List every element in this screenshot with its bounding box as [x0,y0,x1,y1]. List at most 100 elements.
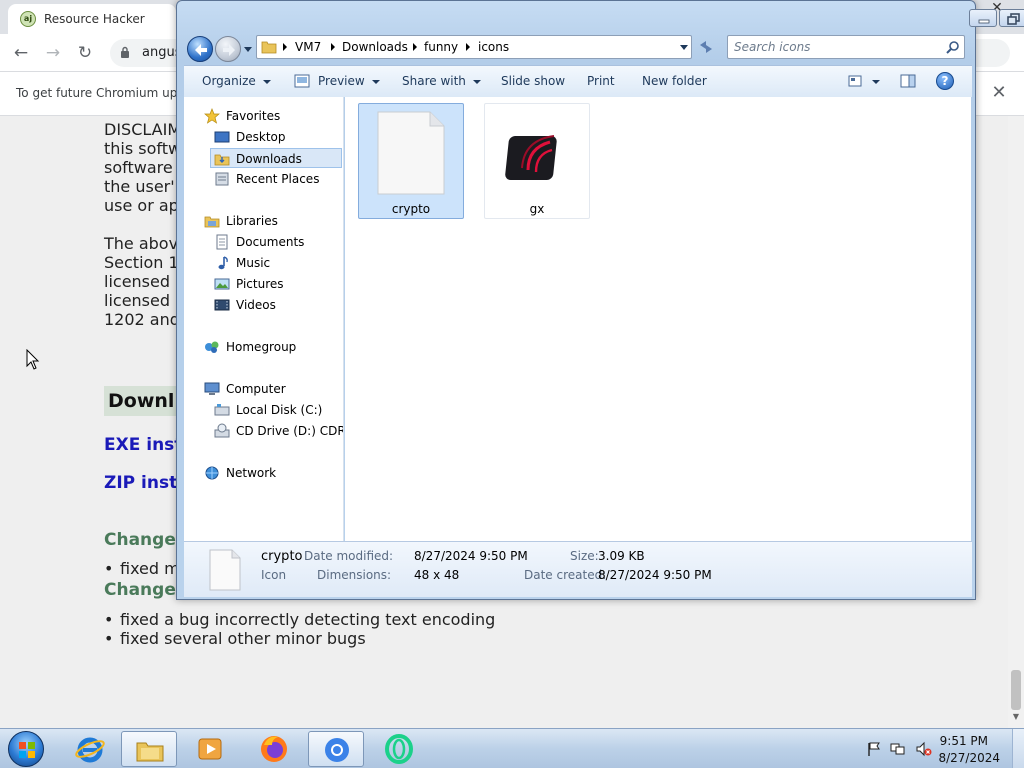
address-dropdown-icon[interactable] [680,45,688,51]
nav-favorites[interactable]: Favorites [204,106,334,126]
nav-computer[interactable]: Computer [204,379,334,399]
scrollbar-thumb[interactable] [1011,670,1021,710]
forward-arrow-icon[interactable]: → [42,42,64,64]
detail-size-label: Size: [570,549,599,563]
help-icon[interactable]: ? [936,72,954,90]
cd-drive-icon [214,423,230,438]
nav-videos[interactable]: Videos [214,295,334,315]
breadcrumb-icons[interactable]: icons [478,40,509,54]
preview-icon [294,74,310,88]
slide-show-button[interactable]: Slide show [501,74,565,88]
nav-cd-drive[interactable]: CD Drive (D:) CDROI [214,421,343,441]
hard-drive-icon [214,404,230,416]
nav-homegroup-label: Homegroup [226,340,297,354]
nav-local-disk[interactable]: Local Disk (C:) [214,400,343,420]
nav-homegroup[interactable]: Homegroup [204,337,334,357]
mouse-pointer-icon [26,349,40,370]
changelog-item: fixed several other minor bugs [104,629,366,648]
search-icon[interactable] [946,40,960,54]
search-box[interactable]: Search icons [727,35,965,59]
infobar-close-icon[interactable]: ✕ [988,82,1010,104]
file-item-crypto[interactable]: crypto [358,103,464,219]
changes-heading: Changes [104,530,186,550]
site-favicon-icon: aj [20,11,36,27]
change-view-icon[interactable] [848,75,862,87]
internet-explorer-icon [75,737,105,763]
nav-downloads[interactable]: Downloads [210,148,342,168]
nav-pictures[interactable]: Pictures [214,274,334,294]
detail-date-created-label: Date created: [524,568,607,582]
explorer-window: VM7 Downloads funny icons Search icons O… [176,0,1024,600]
taskbar-chromium[interactable] [308,731,364,767]
organize-menu[interactable]: Organize [202,74,271,88]
music-icon [218,256,228,270]
taskbar-firefox[interactable] [246,731,302,767]
pictures-icon [214,278,230,290]
clock-date[interactable]: 8/27/2024 [888,751,1000,765]
breadcrumb-arrow-icon[interactable] [330,43,336,51]
refresh-icon[interactable] [696,38,716,56]
taskbar-opera-gx[interactable] [371,731,427,767]
nav-documents[interactable]: Documents [214,232,334,252]
videos-icon [214,299,230,311]
preview-pane-icon[interactable] [900,74,916,88]
nav-network-label: Network [226,466,277,480]
breadcrumb-vm7[interactable]: VM7 [295,40,321,54]
recent-pages-dropdown-icon[interactable] [243,45,253,53]
changes-heading: Changes [104,580,186,600]
scroll-down-arrow-icon[interactable]: ▼ [1011,712,1021,722]
breadcrumb-arrow-icon[interactable] [282,43,288,51]
minimize-icon [978,19,990,24]
detail-date-modified: 8/27/2024 9:50 PM [414,549,528,563]
reload-icon[interactable]: ↻ [74,42,96,64]
back-button[interactable] [187,36,213,62]
nav-pictures-label: Pictures [236,277,284,291]
navigation-pane: Favorites Desktop Downloads Recent Place… [184,97,344,541]
print-button[interactable]: Print [587,74,615,88]
disclaimer-line: software [104,158,173,177]
file-item-gx[interactable]: gx [484,103,590,219]
taskbar-windows-explorer[interactable] [121,731,177,767]
breadcrumb-downloads[interactable]: Downloads [342,40,408,54]
breadcrumb-arrow-icon[interactable] [465,43,471,51]
infobar-message: To get future Chromium upc [16,86,184,100]
taskbar: 9:51 PM 8/27/2024 [0,728,1024,768]
detail-dimensions-label: Dimensions: [317,568,392,582]
nav-desktop[interactable]: Desktop [214,127,334,147]
forward-arrow-icon [223,44,235,56]
exe-installer-link[interactable]: EXE inst [104,436,182,455]
action-center-flag-icon[interactable] [866,741,882,757]
share-with-menu[interactable]: Share with [402,74,481,88]
page-scrollbar[interactable]: ▼ [1008,116,1024,728]
disclaimer-line: this softw [104,139,182,158]
nav-music[interactable]: Music [214,253,334,273]
minimize-button[interactable] [969,9,997,27]
nav-recent-places[interactable]: Recent Places [214,169,334,189]
back-arrow-icon[interactable]: ← [10,42,32,64]
opera-gx-icon [505,135,557,180]
browser-tab[interactable]: aj Resource Hacker [8,4,176,34]
breadcrumb-arrow-icon[interactable] [412,43,418,51]
view-options-caret-icon[interactable] [872,80,880,84]
detail-size: 3.09 KB [598,549,645,563]
browser-tab-title: Resource Hacker [44,12,145,26]
nav-libraries[interactable]: Libraries [204,211,334,231]
nav-recent-places-label: Recent Places [236,172,320,186]
license-line: The abov [104,234,179,253]
clock-time[interactable]: 9:51 PM [888,734,988,748]
nav-network[interactable]: Network [204,463,334,483]
start-button[interactable] [8,731,44,767]
show-desktop-button[interactable] [1012,729,1024,768]
taskbar-media-player[interactable] [182,731,238,767]
network-icon [205,466,219,480]
new-folder-button[interactable]: New folder [642,74,707,88]
address-bar[interactable]: VM7 Downloads funny icons [256,35,692,59]
command-bar: Organize Preview Share with Slide show P… [184,65,972,97]
detail-date-modified-label: Date modified: [304,549,394,563]
detail-file-type: Icon [261,568,287,582]
taskbar-internet-explorer[interactable] [62,731,118,767]
forward-button[interactable] [215,36,241,62]
breadcrumb-funny[interactable]: funny [424,40,458,54]
restore-button[interactable] [999,9,1024,27]
preview-menu[interactable]: Preview [318,74,380,88]
